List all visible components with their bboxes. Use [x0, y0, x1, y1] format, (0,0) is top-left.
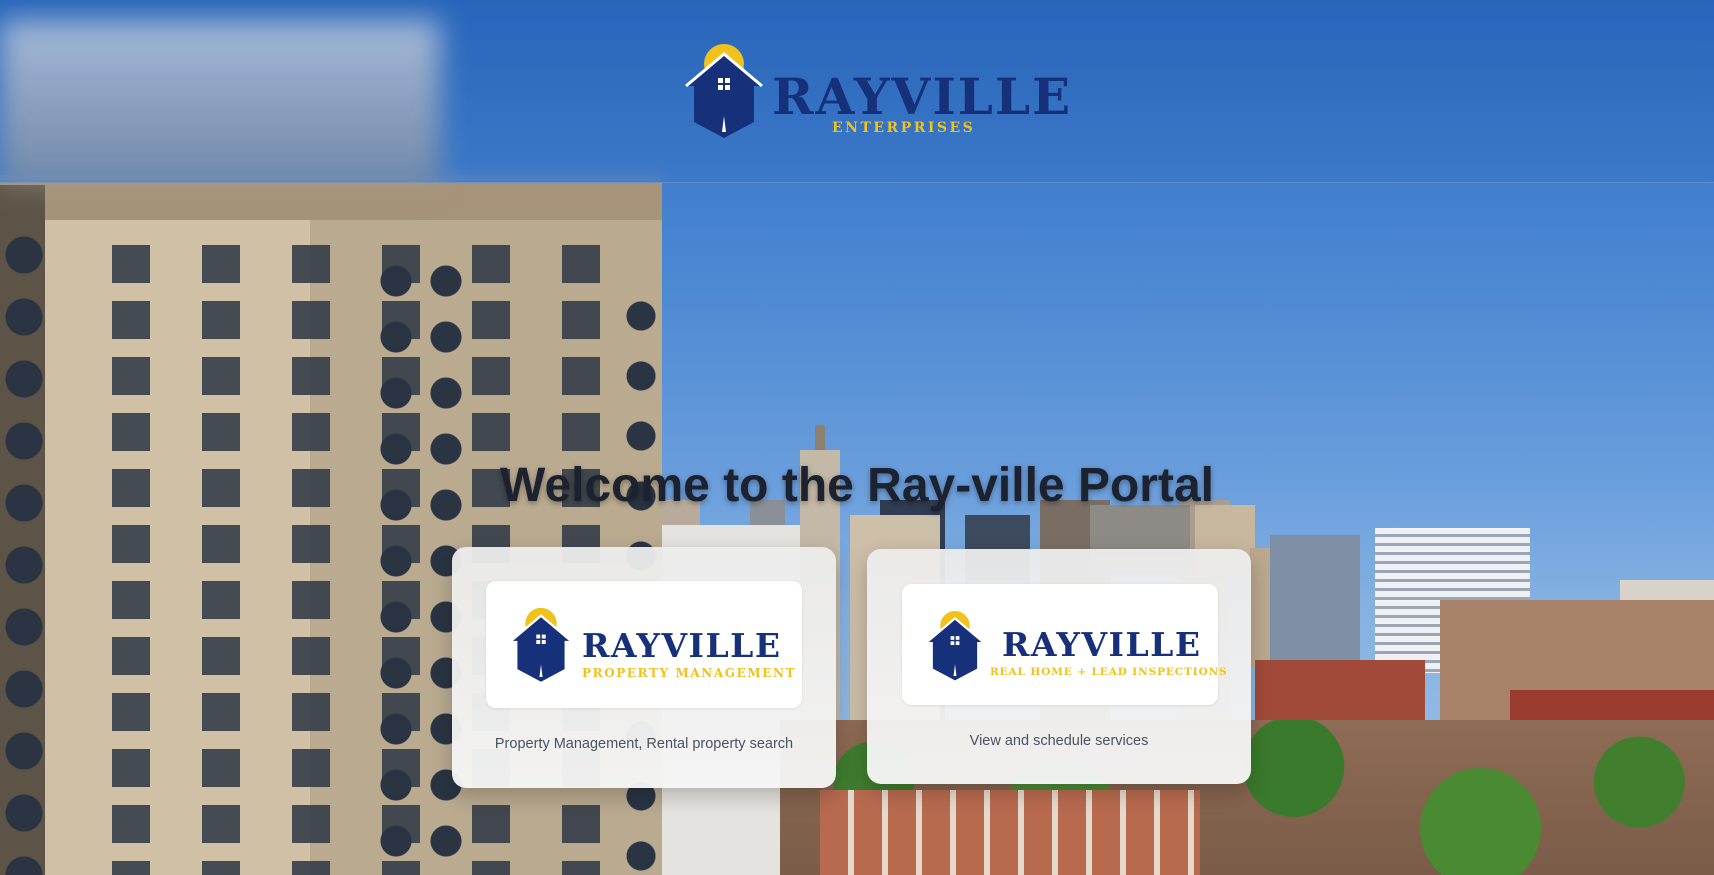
property-management-logo: RAYVILLE PROPERTY MANAGEMENT: [486, 581, 802, 708]
logo-subtitle: REAL HOME + LEAD INSPECTIONS: [990, 666, 1228, 678]
home-inspections-card[interactable]: RAYVILLE REAL HOME + LEAD INSPECTIONS Vi…: [867, 549, 1251, 784]
page-title: Welcome to the Ray-ville Portal: [500, 459, 1214, 512]
logo-title: RAYVILLE: [1002, 625, 1202, 664]
brand-logo[interactable]: RAYVILLE ENTERPRISES: [682, 42, 1070, 142]
house-with-sun-icon: [510, 607, 572, 682]
logo-title: RAYVILLE: [582, 626, 782, 665]
brand-title: RAYVILLE: [772, 67, 1073, 126]
home-inspections-logo: RAYVILLE REAL HOME + LEAD INSPECTIONS: [902, 584, 1227, 705]
site-header: RAYVILLE ENTERPRISES: [0, 0, 1714, 185]
property-management-card[interactable]: RAYVILLE PROPERTY MANAGEMENT Property Ma…: [452, 547, 836, 788]
brand-subtitle: ENTERPRISES: [832, 120, 976, 136]
house-with-sun-icon: [926, 611, 984, 681]
logo-subtitle: PROPERTY MANAGEMENT: [582, 666, 797, 680]
house-with-sun-icon: [685, 44, 763, 138]
card-description: Property Management, Rental property sea…: [494, 736, 794, 752]
card-description: View and schedule services: [969, 733, 1149, 749]
